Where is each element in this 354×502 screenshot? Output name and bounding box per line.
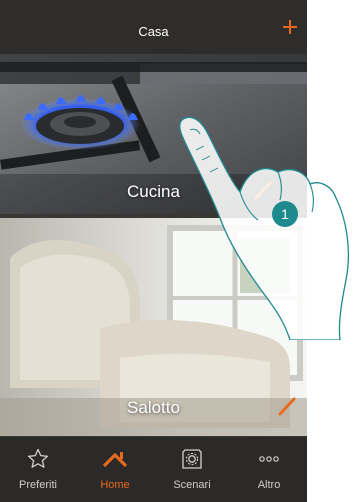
edit-room-button[interactable]: [251, 178, 275, 202]
plus-icon: [283, 20, 297, 34]
pencil-icon: [278, 397, 296, 416]
tab-label: Scenari: [173, 479, 211, 491]
step-callout-badge: 1: [272, 201, 298, 227]
tab-home[interactable]: Home: [77, 437, 153, 502]
scenario-icon: [182, 449, 202, 469]
app-screen: Casa Cucina Salotto Preferiti Home Scena…: [0, 0, 307, 502]
more-icon: [259, 456, 279, 462]
tab-preferiti[interactable]: Preferiti: [0, 437, 76, 502]
house-icon: [103, 452, 127, 468]
page-title: Casa: [138, 24, 169, 39]
add-room-button[interactable]: [279, 16, 301, 38]
tab-altro[interactable]: Altro: [231, 437, 307, 502]
tab-label: Preferiti: [19, 479, 57, 491]
tab-label: Altro: [257, 479, 281, 491]
bottom-tab-bar: Preferiti Home Scenari Altro: [0, 436, 307, 502]
pencil-icon: [254, 181, 272, 200]
tab-scenari[interactable]: Scenari: [154, 437, 230, 502]
room-tile-cucina[interactable]: Cucina: [0, 54, 307, 214]
room-tile-salotto[interactable]: Salotto: [0, 218, 307, 436]
top-bar: Casa: [0, 0, 307, 54]
room-label: Salotto: [127, 398, 180, 417]
star-icon: [27, 448, 49, 468]
edit-room-button[interactable]: [275, 394, 299, 418]
tab-label: Home: [100, 479, 130, 491]
